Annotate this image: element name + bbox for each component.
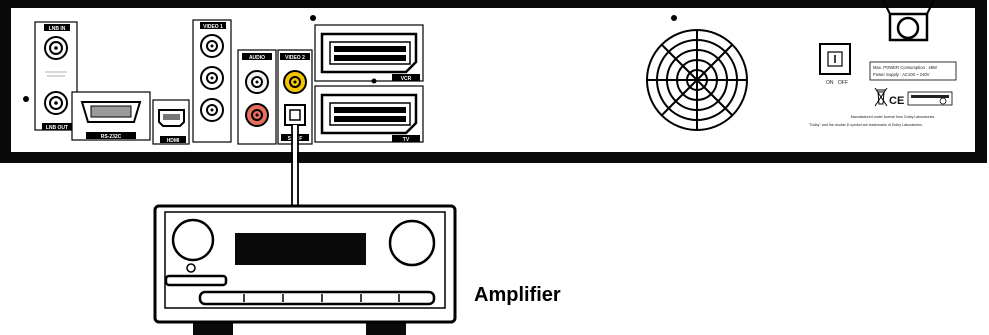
video2-label: VIDEO 2: [285, 55, 305, 61]
video1-port-group: VIDEO 1: [192, 19, 232, 143]
lnb-out-label: LNB OUT: [46, 125, 68, 131]
screw-dot: [371, 78, 377, 84]
tv-scart-group: TV: [314, 85, 424, 143]
power-off-label: OFF: [838, 80, 848, 86]
fan-grille: [646, 29, 748, 131]
ce-mark: CE: [889, 95, 904, 107]
amplifier-disc-slot: [164, 274, 228, 287]
dolby-notice-line1: Manufactured under license from Dolby La…: [851, 115, 936, 119]
rs232-port-group: RS-232C: [71, 91, 151, 141]
lnb-port-group: LNB IN LNB OUT: [34, 21, 78, 131]
amplifier-right-knob: [388, 219, 436, 267]
dolby-notice-line2: "Dolby" and the double-D symbol are trad…: [809, 123, 923, 127]
hdmi-label: HDMI: [167, 138, 180, 144]
optical-cable: [291, 125, 299, 210]
audio-port-group: AUDIO: [237, 49, 277, 145]
rating-plate: Max. POWER Consumption : 48W Power Suppl…: [869, 61, 957, 81]
amplifier-unit: [153, 204, 457, 335]
receiver-back-panel: LNB IN LNB OUT RS-232C HDMI VIDEO 1 AUDI…: [0, 0, 987, 163]
hdmi-port-group: HDMI: [152, 99, 190, 145]
screw-dot: [310, 15, 316, 21]
audio-label: AUDIO: [249, 55, 265, 61]
power-rating-text: Max. POWER Consumption : 48W: [873, 65, 937, 70]
amplifier-left-knob: [171, 218, 215, 262]
video1-label: VIDEO 1: [203, 24, 223, 30]
lnb-in-label: LNB IN: [49, 26, 66, 32]
amplifier-power-indicator: [186, 263, 196, 273]
screw-dot: [23, 96, 29, 102]
vcr-scart-group: VCR: [314, 24, 424, 82]
amplifier-display: [235, 233, 366, 265]
power-on-label: ON: [826, 80, 834, 86]
rs232-label: RS-232C: [101, 134, 122, 140]
tv-label: TV: [403, 137, 410, 143]
screw-dot: [671, 15, 677, 21]
vcr-label: VCR: [401, 76, 412, 82]
power-supply-text: Power Supply : AC100 ~ 240V: [873, 72, 930, 77]
amplifier-label: Amplifier: [474, 284, 561, 306]
